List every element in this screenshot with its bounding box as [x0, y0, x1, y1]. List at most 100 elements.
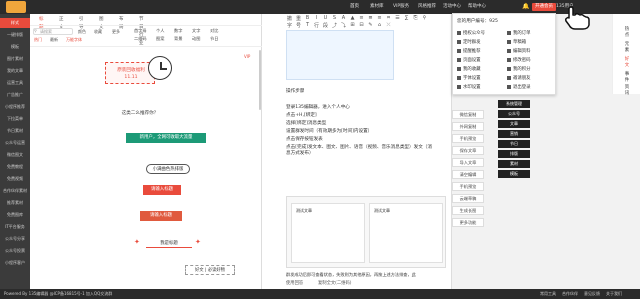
sample-dashed-title[interactable]: 好文 | 必读好物 — [185, 265, 235, 275]
nav-vip[interactable]: VIP服务 — [393, 0, 409, 14]
tag-font[interactable]: 万能字体 — [66, 36, 82, 43]
menu-item[interactable]: 我的收藏 — [457, 66, 481, 72]
category-item[interactable]: 数字 — [174, 28, 182, 34]
copy-icon[interactable]: ⎘ — [412, 15, 419, 22]
table-icon[interactable]: ⌗ — [385, 15, 392, 22]
dark-button[interactable]: 素材 — [498, 160, 530, 168]
menu-item[interactable]: 提醒推荐 — [457, 48, 481, 54]
underline-icon[interactable]: U — [322, 15, 329, 22]
text-style-icon[interactable]: T — [304, 22, 311, 29]
sidebar-item[interactable]: 免费图库 — [0, 210, 30, 220]
strip-item[interactable]: 元素 — [623, 41, 631, 53]
tab-holiday[interactable]: 节日行业 — [139, 16, 144, 46]
editor-heading[interactable]: 操作步骤 — [286, 88, 304, 94]
menu-item[interactable]: 邀请朋友 — [507, 75, 531, 81]
menu-item[interactable]: 水印设置 — [457, 84, 481, 90]
filter-favorite[interactable]: 收藏 — [94, 28, 102, 35]
menu-item[interactable]: 退出登录 — [507, 84, 531, 90]
dark-button[interactable]: 排版 — [498, 150, 530, 158]
filter-more[interactable]: 更多 — [112, 28, 120, 35]
menu-item[interactable]: 我的订单 — [507, 30, 531, 36]
menu-item[interactable]: 字体设置 — [457, 75, 481, 81]
tab-title[interactable]: 标题 — [39, 16, 44, 30]
category-item[interactable]: 对比 — [210, 28, 218, 34]
action-button[interactable]: 生成长图 — [452, 206, 484, 215]
footer-link[interactable]: 关于我们 — [606, 289, 622, 299]
dark-button[interactable]: 公众号 — [498, 110, 530, 118]
list-icon[interactable]: ☰ — [394, 15, 401, 22]
menu-item[interactable]: 草稿箱 — [507, 39, 526, 45]
strip-item[interactable]: 资讯 — [623, 84, 631, 96]
tag-new[interactable]: 最新 — [50, 36, 58, 43]
bell-icon[interactable]: 🔔 — [522, 3, 529, 10]
sidebar-item[interactable]: 微信图文 — [0, 150, 30, 160]
category-item[interactable]: 首字母 — [134, 28, 147, 34]
nav-styles[interactable]: 风格推荐 — [418, 0, 436, 14]
menu-item[interactable]: 授权公众号 — [457, 30, 485, 36]
editor-step[interactable]: 登录135编辑器，进入个人中心 — [286, 104, 350, 110]
tab-guide[interactable]: 引导 — [79, 16, 84, 30]
action-button[interactable]: 保存文章 — [452, 146, 484, 155]
insert-icon[interactable]: ⊞ — [349, 22, 356, 29]
category-item[interactable]: 二维码 — [134, 36, 147, 42]
undo-icon[interactable]: 撤 — [286, 15, 293, 22]
paragraph-icon[interactable]: 段 — [322, 22, 329, 29]
align-right-icon[interactable]: ≡ — [376, 15, 383, 22]
editor-step[interactable]: 选择[绑定]消息类型 — [286, 120, 326, 126]
panel-scrollbar[interactable] — [259, 50, 261, 110]
editor-step[interactable]: 点击[完成]发文本、图文、图片、语音（视频、音乐消息类型）发文（消息方式发布） — [286, 144, 436, 156]
sample-outline-title[interactable]: 小满曲色热排版 — [146, 164, 190, 174]
editor-step[interactable]: 点击+H,[绑定] — [286, 112, 317, 118]
find-icon[interactable]: ⚲ — [421, 15, 428, 22]
sidebar-item[interactable]: 公众号分享 — [0, 234, 30, 244]
action-button[interactable]: 清空编辑 — [452, 170, 484, 179]
tab-graphic[interactable]: 图文 — [99, 16, 104, 30]
clear-format-icon[interactable]: ⤫ — [385, 22, 392, 29]
tab-layout[interactable]: 布局 — [119, 16, 124, 30]
dark-button[interactable]: 文章 — [498, 120, 530, 128]
sidebar-item[interactable]: 公众号运营 — [0, 138, 30, 148]
sidebar-item[interactable]: 模板 — [0, 42, 30, 52]
action-button[interactable]: 云端草稿 — [452, 194, 484, 203]
nav-home[interactable]: 首页 — [350, 0, 359, 14]
font-family-icon[interactable]: 字 — [286, 22, 293, 29]
sidebar-item[interactable]: 推荐素材 — [0, 198, 30, 208]
sidebar-item[interactable]: 运营工具 — [0, 78, 30, 88]
action-button[interactable]: 手机预览 — [452, 134, 484, 143]
category-item[interactable]: 图案 — [156, 36, 164, 42]
editor-after-text[interactable]: 群发成功后即可查看状态，失败则为其他原因，再按上述方法排查，此 — [286, 272, 416, 278]
editor-step[interactable]: 点击保存按钮发表 — [286, 136, 323, 142]
sidebar-item[interactable]: 节日素材 — [0, 126, 30, 136]
app-logo[interactable] — [6, 1, 26, 13]
sample-underline-title[interactable]: 我是标题 — [146, 240, 192, 248]
action-button[interactable]: 手机预览 — [452, 182, 484, 191]
font-color-icon[interactable]: A — [340, 15, 347, 22]
align-center-icon[interactable]: ≣ — [367, 15, 374, 22]
category-item[interactable]: 背景 — [174, 36, 182, 42]
tab-body[interactable]: 正文 — [59, 16, 64, 30]
align-left-icon[interactable]: ≡ — [358, 15, 365, 22]
redo-icon[interactable]: 重 — [295, 15, 302, 22]
formula-icon[interactable]: ∑ — [403, 15, 410, 22]
nav-library[interactable]: 素材库 — [370, 0, 384, 14]
dark-button[interactable]: 模板 — [498, 170, 530, 178]
home-icon[interactable]: ⌂ — [376, 22, 383, 29]
font-size-icon[interactable]: 号 — [295, 22, 302, 29]
sidebar-item[interactable]: 图片素材 — [0, 54, 30, 64]
italic-icon[interactable]: I — [313, 15, 320, 22]
sample-red-title[interactable]: 请输入标题 — [143, 185, 181, 195]
outdent-icon[interactable]: ⤵ — [340, 22, 347, 29]
line-height-icon[interactable]: 行 — [313, 22, 320, 29]
indent-icon[interactable]: ⤴ — [331, 22, 338, 29]
highlight-icon[interactable]: ▲ — [349, 15, 356, 22]
category-item[interactable]: 节日 — [210, 36, 218, 42]
strike-icon[interactable]: S — [331, 15, 338, 22]
sidebar-item[interactable]: 小程序客户 — [0, 258, 30, 268]
sidebar-item[interactable]: 小程序推荐 — [0, 102, 30, 112]
sidebar-item[interactable]: 免费视频 — [0, 174, 30, 184]
dark-button[interactable]: 营销 — [498, 130, 530, 138]
answer-button[interactable]: 使用回答 — [286, 280, 303, 286]
menu-item[interactable]: 页面设置 — [457, 57, 481, 63]
dark-button[interactable]: 节日 — [498, 140, 530, 148]
footer-link[interactable]: 意见反馈 — [584, 289, 600, 299]
